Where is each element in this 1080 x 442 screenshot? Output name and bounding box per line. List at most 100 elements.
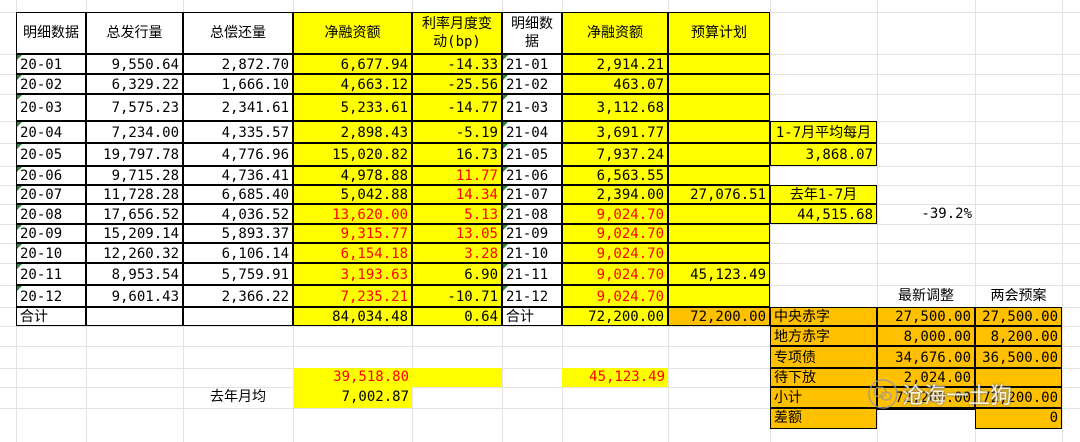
deficit-col1[interactable]: 最新调整 bbox=[877, 285, 975, 307]
blank-yellow[interactable] bbox=[412, 368, 502, 387]
total-bp[interactable]: 0.64 bbox=[412, 307, 502, 326]
header-total-repaid[interactable]: 总偿还量 bbox=[183, 12, 293, 54]
row-month-2[interactable]: 21-05 bbox=[502, 143, 562, 166]
row-budget[interactable] bbox=[668, 243, 770, 263]
row-net-2[interactable]: 7,937.24 bbox=[562, 143, 668, 166]
total-net-2[interactable]: 72,200.00 bbox=[562, 307, 668, 326]
row-month[interactable]: 20-09 bbox=[16, 224, 86, 243]
row-net[interactable]: 4,978.88 bbox=[293, 166, 412, 185]
row-repaid[interactable]: 4,036.52 bbox=[183, 204, 293, 224]
row-month-2[interactable]: 21-08 bbox=[502, 204, 562, 224]
net-2021-extra[interactable]: 45,123.49 bbox=[562, 368, 668, 387]
row-month-2[interactable]: 21-04 bbox=[502, 121, 562, 143]
row-issued[interactable]: 9,550.64 bbox=[86, 54, 183, 74]
last-year-avg[interactable]: 7,002.87 bbox=[293, 387, 412, 408]
row-repaid[interactable]: 1,666.10 bbox=[183, 74, 293, 94]
last-year-label[interactable]: 去年1-7月 bbox=[770, 185, 877, 204]
header-budget[interactable]: 预算计划 bbox=[668, 12, 770, 54]
total-issued[interactable] bbox=[86, 307, 183, 326]
row-month[interactable]: 20-01 bbox=[16, 54, 86, 74]
row-repaid[interactable]: 2,366.22 bbox=[183, 285, 293, 307]
row-month[interactable]: 20-05 bbox=[16, 143, 86, 166]
row-month[interactable]: 20-02 bbox=[16, 74, 86, 94]
row-month[interactable]: 20-10 bbox=[16, 243, 86, 263]
row-budget[interactable] bbox=[668, 74, 770, 94]
row-net[interactable]: 9,315.77 bbox=[293, 224, 412, 243]
row-issued[interactable]: 15,209.14 bbox=[86, 224, 183, 243]
row-bp[interactable]: 16.73 bbox=[412, 143, 502, 166]
row-month[interactable]: 20-06 bbox=[16, 166, 86, 185]
row-budget[interactable] bbox=[668, 166, 770, 185]
row-issued[interactable]: 7,575.23 bbox=[86, 94, 183, 121]
header-net-financing-2[interactable]: 净融资额 bbox=[562, 12, 668, 54]
row-month-2[interactable]: 21-10 bbox=[502, 243, 562, 263]
row-net-2[interactable]: 3,112.68 bbox=[562, 94, 668, 121]
row-budget[interactable] bbox=[668, 224, 770, 243]
row-net-2[interactable]: 463.07 bbox=[562, 74, 668, 94]
deficit-label[interactable]: 待下放 bbox=[770, 368, 877, 387]
row-budget[interactable]: 45,123.49 bbox=[668, 263, 770, 285]
row-net[interactable]: 4,663.12 bbox=[293, 74, 412, 94]
row-net-2[interactable]: 9,024.70 bbox=[562, 285, 668, 307]
row-net-2[interactable]: 2,914.21 bbox=[562, 54, 668, 74]
row-month[interactable]: 20-07 bbox=[16, 185, 86, 204]
row-bp[interactable]: 3.28 bbox=[412, 243, 502, 263]
row-bp[interactable]: -14.77 bbox=[412, 94, 502, 121]
row-month[interactable]: 20-04 bbox=[16, 121, 86, 143]
row-bp[interactable]: 5.13 bbox=[412, 204, 502, 224]
row-budget[interactable] bbox=[668, 204, 770, 224]
row-repaid[interactable]: 5,893.37 bbox=[183, 224, 293, 243]
row-budget[interactable] bbox=[668, 121, 770, 143]
row-month[interactable]: 20-03 bbox=[16, 94, 86, 121]
row-month-2[interactable]: 21-03 bbox=[502, 94, 562, 121]
row-bp[interactable]: -5.19 bbox=[412, 121, 502, 143]
deficit-v1[interactable]: 34,676.00 bbox=[877, 346, 975, 368]
row-bp[interactable]: -14.33 bbox=[412, 54, 502, 74]
row-repaid[interactable]: 5,759.91 bbox=[183, 263, 293, 285]
row-net-2[interactable]: 9,024.70 bbox=[562, 204, 668, 224]
row-month[interactable]: 20-12 bbox=[16, 285, 86, 307]
row-budget[interactable] bbox=[668, 285, 770, 307]
row-issued[interactable]: 8,953.54 bbox=[86, 263, 183, 285]
total-net[interactable]: 84,034.48 bbox=[293, 307, 412, 326]
row-net-2[interactable]: 6,563.55 bbox=[562, 166, 668, 185]
row-issued[interactable]: 17,656.52 bbox=[86, 204, 183, 224]
deficit-v2[interactable]: 36,500.00 bbox=[975, 346, 1062, 368]
row-repaid[interactable]: 4,335.57 bbox=[183, 121, 293, 143]
row-net-2[interactable]: 9,024.70 bbox=[562, 263, 668, 285]
row-issued[interactable]: 12,260.32 bbox=[86, 243, 183, 263]
total-repaid[interactable] bbox=[183, 307, 293, 326]
row-issued[interactable]: 9,601.43 bbox=[86, 285, 183, 307]
row-budget[interactable] bbox=[668, 54, 770, 74]
total-label[interactable]: 合计 bbox=[16, 307, 86, 326]
avg-value[interactable]: 3,868.07 bbox=[770, 143, 877, 166]
row-bp[interactable]: -10.71 bbox=[412, 285, 502, 307]
header-net-financing[interactable]: 净融资额 bbox=[293, 12, 412, 54]
row-net-2[interactable]: 9,024.70 bbox=[562, 224, 668, 243]
row-bp[interactable]: 11.77 bbox=[412, 166, 502, 185]
row-repaid[interactable]: 4,776.96 bbox=[183, 143, 293, 166]
row-issued[interactable]: 6,329.22 bbox=[86, 74, 183, 94]
deficit-label[interactable]: 中央赤字 bbox=[770, 307, 877, 326]
row-issued[interactable]: 11,728.28 bbox=[86, 185, 183, 204]
header-detail[interactable]: 明细数据 bbox=[16, 12, 86, 54]
row-month[interactable]: 20-08 bbox=[16, 204, 86, 224]
deficit-v1[interactable]: 27,500.00 bbox=[877, 307, 975, 326]
row-month-2[interactable]: 21-11 bbox=[502, 263, 562, 285]
deficit-col2[interactable]: 两会预案 bbox=[975, 285, 1062, 307]
row-net[interactable]: 5,233.61 bbox=[293, 94, 412, 121]
net-2020-extra[interactable]: 39,518.80 bbox=[293, 368, 412, 387]
row-issued[interactable]: 9,715.28 bbox=[86, 166, 183, 185]
row-net[interactable]: 6,677.94 bbox=[293, 54, 412, 74]
row-repaid[interactable]: 4,736.41 bbox=[183, 166, 293, 185]
last-year-avg-label[interactable]: 去年月均 bbox=[183, 387, 293, 408]
row-bp[interactable]: 14.34 bbox=[412, 185, 502, 204]
row-net[interactable]: 2,898.43 bbox=[293, 121, 412, 143]
row-month-2[interactable]: 21-06 bbox=[502, 166, 562, 185]
pct-change[interactable]: -39.2% bbox=[877, 204, 975, 224]
total-label-2[interactable]: 合计 bbox=[502, 307, 562, 326]
deficit-v2[interactable]: 8,200.00 bbox=[975, 326, 1062, 346]
row-repaid[interactable]: 6,685.40 bbox=[183, 185, 293, 204]
deficit-v1[interactable]: 8,000.00 bbox=[877, 326, 975, 346]
row-month-2[interactable]: 21-02 bbox=[502, 74, 562, 94]
